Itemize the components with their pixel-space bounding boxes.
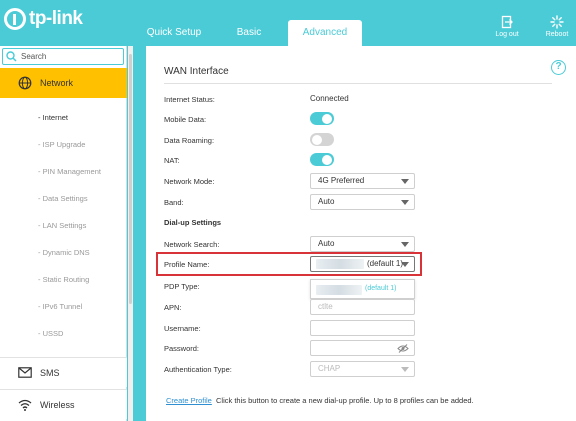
network-search-label: Network Search: xyxy=(164,240,220,249)
band-select[interactable]: Auto xyxy=(310,194,415,210)
profile-name-label: Profile Name: xyxy=(164,260,210,269)
sidebar-item-wireless-label: Wireless xyxy=(40,399,75,410)
password-label: Password: xyxy=(164,344,200,353)
mobile-data-label: Mobile Data: xyxy=(164,115,207,124)
mobile-data-toggle[interactable] xyxy=(310,112,334,125)
apn-label: APN: xyxy=(164,303,182,312)
sidebar-sub-static-routing[interactable]: - Static Routing xyxy=(38,275,89,284)
logo-text: tp-link xyxy=(29,8,83,29)
wifi-icon xyxy=(18,399,32,411)
sidebar-item-network-label: Network xyxy=(40,78,74,88)
network-mode-label: Network Mode: xyxy=(164,177,215,186)
globe-icon xyxy=(18,76,32,90)
chevron-down-icon xyxy=(401,262,409,267)
sidebar-scrollbar[interactable] xyxy=(128,46,133,421)
page-title: WAN Interface xyxy=(164,66,229,77)
username-field[interactable] xyxy=(310,320,415,336)
tab-advanced[interactable]: Advanced xyxy=(288,20,362,46)
dialup-settings-heading: Dial-up Settings xyxy=(164,218,222,227)
username-label: Username: xyxy=(164,324,201,333)
chevron-down-icon xyxy=(401,367,409,372)
authentication-type-label: Authentication Type: xyxy=(164,365,232,374)
sidebar-item-network[interactable]: Network xyxy=(0,68,127,98)
sidebar-scrollbar-thumb[interactable] xyxy=(129,54,132,304)
sidebar: Network - Internet - ISP Upgrade - PIN M… xyxy=(0,46,127,421)
profile-name-suffix: (default 1) xyxy=(367,259,404,268)
sidebar-sub-isp-upgrade[interactable]: - ISP Upgrade xyxy=(38,140,85,149)
network-mode-value: 4G Preferred xyxy=(318,176,365,185)
sidebar-sub-ipv6-tunnel[interactable]: - IPv6 Tunnel xyxy=(38,302,82,311)
network-search-select[interactable]: Auto xyxy=(310,236,415,252)
sidebar-sub-data-settings[interactable]: - Data Settings xyxy=(38,194,88,203)
reboot-button[interactable]: Reboot xyxy=(537,15,576,38)
reboot-icon xyxy=(550,15,564,29)
profile-name-dropdown[interactable]: (default 1) xyxy=(310,279,415,299)
tab-quick-setup[interactable]: Quick Setup xyxy=(140,20,208,46)
data-roaming-toggle[interactable] xyxy=(310,133,334,146)
sidebar-item-sms[interactable]: SMS xyxy=(0,357,127,387)
main-panel: WAN Interface ? Internet Status: Connect… xyxy=(146,46,576,421)
envelope-icon xyxy=(18,367,32,378)
apn-field[interactable]: ctlte xyxy=(310,299,415,315)
chevron-down-icon xyxy=(401,242,409,247)
sidebar-sub-ussd[interactable]: - USSD xyxy=(38,329,63,338)
sidebar-item-sms-label: SMS xyxy=(40,367,60,378)
create-profile-note: Click this button to create a new dial-u… xyxy=(216,396,474,405)
logout-label: Log out xyxy=(495,31,519,38)
chevron-down-icon xyxy=(401,200,409,205)
tab-basic[interactable]: Basic xyxy=(228,20,270,46)
logout-button[interactable]: Log out xyxy=(487,15,527,38)
search-box[interactable] xyxy=(2,48,124,65)
chevron-down-icon xyxy=(401,179,409,184)
title-divider xyxy=(164,83,552,84)
profile-name-select[interactable]: (default 1) xyxy=(310,256,415,272)
password-field[interactable] xyxy=(310,340,415,356)
sidebar-sub-lan-settings[interactable]: - LAN Settings xyxy=(38,221,86,230)
redacted-profile-option xyxy=(316,285,362,295)
pdp-type-label: PDP Type: xyxy=(164,282,200,291)
profile-option-suffix[interactable]: (default 1) xyxy=(365,285,397,292)
redacted-profile-name xyxy=(316,259,364,269)
create-profile-link[interactable]: Create Profile xyxy=(166,396,212,405)
tp-link-logo-mark-icon xyxy=(4,8,26,30)
nat-toggle[interactable] xyxy=(310,153,334,166)
authentication-type-select[interactable]: CHAP xyxy=(310,361,415,377)
help-icon[interactable]: ? xyxy=(551,60,566,75)
network-mode-select[interactable]: 4G Preferred xyxy=(310,173,415,189)
internet-status-label: Internet Status: xyxy=(164,95,215,104)
search-icon xyxy=(6,51,17,62)
sidebar-sub-pin-management[interactable]: - PIN Management xyxy=(38,167,101,176)
internet-status-value: Connected xyxy=(310,94,349,103)
nat-label: NAT: xyxy=(164,156,180,165)
logout-icon xyxy=(501,15,513,29)
band-label: Band: xyxy=(164,198,184,207)
data-roaming-label: Data Roaming: xyxy=(164,136,215,145)
eye-slash-icon[interactable] xyxy=(397,344,409,353)
sidebar-item-wireless[interactable]: Wireless xyxy=(0,389,127,419)
authentication-type-value: CHAP xyxy=(318,364,341,373)
top-header: tp-link Quick Setup Basic Advanced Log o… xyxy=(0,0,576,46)
sidebar-sub-dynamic-dns[interactable]: - Dynamic DNS xyxy=(38,248,90,257)
reboot-label: Reboot xyxy=(545,31,569,38)
sidebar-sub-internet[interactable]: - Internet xyxy=(38,113,68,122)
band-value: Auto xyxy=(318,197,335,206)
network-search-value: Auto xyxy=(318,239,335,248)
tp-link-logo: tp-link xyxy=(4,8,83,30)
search-input[interactable] xyxy=(21,52,111,61)
